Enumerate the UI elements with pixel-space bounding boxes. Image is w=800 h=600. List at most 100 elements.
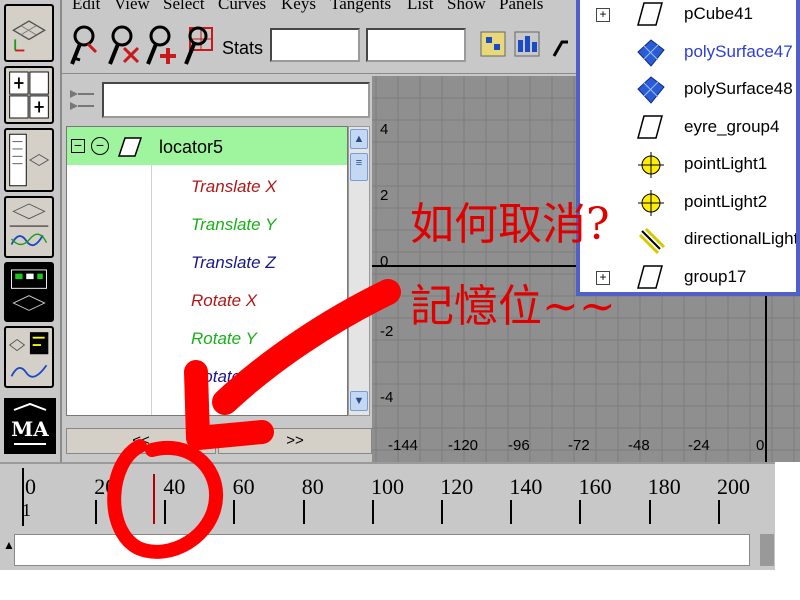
perspective-grid-icon [11, 20, 47, 52]
outliner-persp-layout-button[interactable] [4, 128, 54, 192]
scroll-up-icon[interactable]: ▲ [350, 129, 368, 149]
scene-outliner-panel: + pCube41 polySurface47 polySurface48 eyre_g… [576, 0, 800, 296]
poly-surface-icon [637, 38, 665, 67]
add-key-tool-button[interactable] [142, 22, 178, 68]
maya-logo-icon: MA [11, 402, 49, 445]
outliner-vertical-scrollbar[interactable]: ▲ ≡ ▼ [348, 126, 370, 416]
x-tick-label: 0 [756, 437, 764, 454]
stats-frame-field[interactable] [270, 28, 360, 62]
key-insert-icon [108, 25, 140, 65]
outliner-row[interactable]: pointLight2 [580, 184, 796, 221]
point-light-icon [638, 152, 664, 178]
insert-key-tool-button[interactable] [104, 22, 140, 68]
outliner-row-label: group17 [684, 266, 747, 286]
persp-outliner-graph-button[interactable] [4, 326, 54, 388]
frame-all-icon [480, 31, 506, 57]
outliner-row-label: pCube41 [684, 4, 754, 23]
menu-keys[interactable]: Keys [281, 0, 316, 14]
menu-panels[interactable]: Panels [499, 0, 543, 14]
attr-rotate-y[interactable]: Rotate Y [191, 329, 257, 349]
y-tick-label: -2 [380, 323, 393, 340]
curve-list: − − locator5 Translate X Translate Y Tra… [66, 126, 348, 416]
y-tick-label: 0 [380, 253, 388, 270]
attr-rotate-z[interactable]: Rotate Z [191, 367, 256, 387]
transform-icon [637, 2, 663, 26]
outliner-filter-field[interactable] [102, 82, 370, 118]
outliner-row-label: eyre_group4 [684, 116, 780, 136]
hypergraph-layout-button[interactable] [4, 262, 54, 322]
menu-tangents[interactable]: Tangents [330, 0, 391, 14]
menu-show[interactable]: Show [447, 0, 486, 14]
x-tick-label: -48 [628, 437, 650, 454]
y-tick-label: 4 [380, 121, 388, 138]
menu-select[interactable]: Select [163, 0, 205, 14]
outliner-row[interactable]: polySurface48 [580, 71, 796, 108]
list-divider [151, 165, 152, 415]
outliner-row[interactable]: + pCube41 [580, 0, 796, 33]
x-tick-label: -144 [388, 437, 418, 454]
command-input[interactable] [14, 534, 750, 566]
scroll-down-icon[interactable]: ▼ [350, 391, 368, 411]
outliner-row[interactable]: pointLight1 [580, 146, 796, 183]
tangent-icon [552, 40, 568, 57]
scroll-right-button[interactable]: >> [218, 428, 372, 454]
menu-view[interactable]: View [114, 0, 150, 14]
menu-list[interactable]: List [407, 0, 433, 14]
selected-node-row[interactable]: − − locator5 [67, 127, 347, 165]
script-editor-button[interactable] [760, 534, 774, 566]
four-view-layout-button[interactable] [4, 66, 54, 124]
timeline-label: 0 [25, 474, 36, 499]
timeline-major-tick [579, 500, 582, 524]
node-state-icon: − [91, 137, 109, 155]
timeline-major-tick [95, 500, 97, 524]
transform-icon [117, 137, 143, 157]
timeline-major-tick [302, 500, 305, 524]
x-tick-label: -96 [508, 437, 530, 454]
outliner-row-label: pointLight2 [684, 191, 768, 211]
lattice-key-tool-button[interactable] [180, 22, 216, 68]
frame-all-button[interactable] [478, 22, 508, 68]
attr-rotate-x[interactable]: Rotate X [191, 291, 257, 311]
current-frame-number: 1 [22, 500, 31, 520]
menu-curves[interactable]: Curves [218, 0, 266, 14]
outliner-layout-icon [9, 133, 50, 187]
persp-graph-layout-button[interactable] [4, 196, 54, 258]
perspective-view-button[interactable] [4, 4, 54, 62]
frame-selection-button[interactable] [512, 22, 542, 68]
expand-icon[interactable]: + [596, 8, 610, 22]
directional-light-icon [638, 227, 666, 255]
scroll-thumb[interactable]: ≡ [350, 153, 368, 181]
graph-editor-toolbar: Stats [62, 16, 582, 74]
annotation-text-line1: 如何取消? [410, 199, 610, 250]
outliner-row[interactable]: eyre_group4 [580, 109, 796, 146]
timeline-label: 100 [371, 474, 404, 499]
timeline-major-tick [164, 500, 167, 524]
curve-outliner: − − locator5 Translate X Translate Y Tra… [62, 76, 372, 462]
y-tick-label: 2 [380, 187, 388, 204]
collapse-icon[interactable]: − [71, 138, 85, 153]
outliner-row[interactable]: polySurface47 [580, 34, 796, 71]
attr-translate-z[interactable]: Translate Z [191, 253, 276, 273]
tangent-button[interactable] [550, 22, 570, 68]
scroll-left-button[interactable]: << [66, 428, 216, 454]
current-time-indicator[interactable] [153, 474, 155, 524]
filter-icon[interactable] [68, 86, 96, 114]
svg-text:MA: MA [11, 417, 49, 441]
key-lattice-icon [184, 26, 213, 65]
transform-icon [637, 264, 663, 289]
time-slider[interactable]: 1 0 20 40 60 80 100 120 140 160 180 200 [0, 462, 775, 530]
timeline-major-tick [441, 500, 443, 524]
attr-translate-x[interactable]: Translate X [191, 177, 277, 197]
timeline-label: 40 [163, 474, 186, 499]
menu-edit[interactable]: Edit [72, 0, 100, 14]
transform-icon [637, 114, 663, 139]
tool-shelf: MA [0, 0, 62, 462]
attr-translate-y[interactable]: Translate Y [191, 215, 276, 235]
timeline-label: 20 [94, 474, 117, 499]
stats-value-field[interactable] [366, 28, 466, 62]
move-key-tool-button[interactable] [66, 22, 102, 68]
outliner-row[interactable]: directionalLight [580, 221, 796, 258]
timeline-label: 80 [301, 474, 324, 499]
outliner-row-label: polySurface48 [684, 79, 793, 98]
hypergraph-icon [11, 269, 47, 311]
